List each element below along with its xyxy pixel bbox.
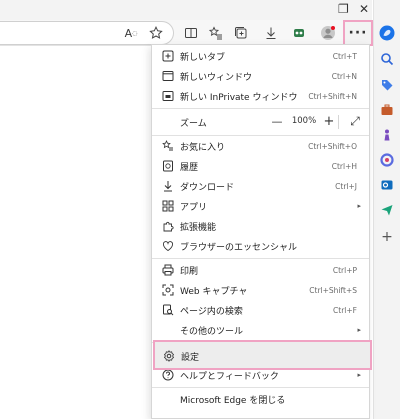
profile-avatar-icon[interactable] bbox=[319, 24, 337, 42]
find-icon bbox=[161, 303, 175, 317]
menu-item-label: Microsoft Edge を閉じる bbox=[180, 395, 286, 406]
title-bar: ❐ ✕ bbox=[0, 0, 372, 20]
settings-and-more-button[interactable]: ··· bbox=[343, 20, 373, 46]
search-icon[interactable] bbox=[378, 50, 396, 68]
menu-separator bbox=[152, 258, 369, 259]
menu-item-favorites[interactable]: お気に入り Ctrl+Shift+O bbox=[152, 136, 369, 156]
more-label: ··· bbox=[348, 25, 368, 41]
web-capture-icon bbox=[161, 283, 175, 297]
zoom-divider bbox=[338, 115, 339, 129]
menu-item-browser-essentials[interactable]: ブラウザーのエッセンシャル bbox=[152, 236, 369, 256]
menu-item-apps[interactable]: アプリ ▸ bbox=[152, 196, 369, 216]
zoom-value: 100% bbox=[291, 116, 317, 126]
split-screen-icon[interactable] bbox=[182, 24, 200, 42]
settings-gear-icon bbox=[162, 349, 176, 363]
tools-briefcase-icon[interactable] bbox=[378, 101, 396, 119]
menu-item-new-inprivate-window[interactable]: 新しい InPrivate ウィンドウ Ctrl+Shift+N bbox=[152, 86, 369, 106]
send-drop-icon[interactable] bbox=[378, 201, 396, 219]
toolbar: A ◌ bbox=[0, 20, 372, 46]
menu-item-label: 新しいウィンドウ bbox=[180, 72, 253, 83]
browser-essentials-icon bbox=[161, 239, 175, 253]
menu-item-more-tools[interactable]: その他のツール ▸ bbox=[152, 320, 369, 340]
menu-item-label: ダウンロード bbox=[180, 182, 235, 193]
menu-item-shortcut: Ctrl+J bbox=[335, 181, 357, 191]
menu-item-print[interactable]: 印刷 Ctrl+P bbox=[152, 260, 369, 280]
microsoft-365-icon[interactable] bbox=[378, 151, 396, 169]
menu-item-history[interactable]: 履歴 Ctrl+H bbox=[152, 156, 369, 176]
apps-icon bbox=[161, 199, 175, 213]
menu-item-extensions[interactable]: 拡張機能 bbox=[152, 216, 369, 236]
zoom-out-button[interactable]: — bbox=[270, 111, 284, 131]
menu-item-web-capture[interactable]: Web キャプチャ Ctrl+Shift+S bbox=[152, 280, 369, 300]
menu-item-label: 拡張機能 bbox=[180, 222, 217, 233]
new-window-icon bbox=[161, 69, 175, 83]
menu-item-settings[interactable]: 設定 bbox=[153, 340, 372, 370]
menu-item-label: その他のツール bbox=[180, 326, 244, 337]
download-icon bbox=[161, 179, 175, 193]
menu-item-shortcut: Ctrl+Shift+N bbox=[308, 91, 357, 101]
zoom-in-button[interactable]: + bbox=[322, 111, 336, 131]
collections-icon[interactable] bbox=[232, 24, 250, 42]
shopping-tag-icon[interactable] bbox=[378, 76, 396, 94]
favorites-icon[interactable] bbox=[207, 24, 225, 42]
games-chess-icon[interactable] bbox=[378, 126, 396, 144]
menu-item-label: アプリ bbox=[180, 202, 208, 213]
favorites-icon bbox=[161, 139, 175, 153]
menu-item-label: 設定 bbox=[181, 353, 200, 363]
menu-item-shortcut: Ctrl+H bbox=[331, 161, 357, 171]
new-tab-icon bbox=[161, 49, 175, 63]
print-icon bbox=[161, 263, 175, 277]
menu-item-new-window[interactable]: 新しいウィンドウ Ctrl+N bbox=[152, 66, 369, 86]
extensions-icon bbox=[161, 219, 175, 233]
add-favorite-star-icon[interactable] bbox=[147, 24, 165, 42]
history-icon bbox=[161, 159, 175, 173]
menu-item-shortcut: Ctrl+Shift+O bbox=[308, 141, 357, 151]
menu-item-shortcut: Ctrl+T bbox=[332, 51, 357, 61]
menu-item-label: お気に入り bbox=[180, 142, 226, 153]
inprivate-icon bbox=[161, 89, 175, 103]
menu-item-downloads[interactable]: ダウンロード Ctrl+J bbox=[152, 176, 369, 196]
zoom-label: ズーム bbox=[180, 118, 207, 129]
menu-item-label: 新しいタブ bbox=[180, 52, 226, 63]
submenu-arrow-icon: ▸ bbox=[357, 326, 361, 334]
fullscreen-icon[interactable]: ⤢ bbox=[348, 111, 362, 131]
menu-item-shortcut: Ctrl+N bbox=[331, 71, 357, 81]
menu-item-label: 新しい InPrivate ウィンドウ bbox=[180, 92, 298, 103]
read-aloud-icon[interactable]: A ◌ bbox=[122, 24, 140, 42]
menu-separator bbox=[152, 108, 369, 109]
menu-item-label: 印刷 bbox=[180, 266, 199, 277]
menu-item-close-edge[interactable]: Microsoft Edge を閉じる bbox=[152, 388, 369, 410]
copilot-icon[interactable] bbox=[378, 24, 396, 42]
close-window-icon[interactable]: ✕ bbox=[359, 2, 369, 16]
submenu-arrow-icon: ▸ bbox=[357, 202, 361, 210]
menu-item-label: ブラウザーのエッセンシャル bbox=[180, 242, 298, 253]
sidebar: + bbox=[373, 0, 400, 419]
menu-item-find-on-page[interactable]: ページ内の検索 Ctrl+F bbox=[152, 300, 369, 320]
menu-item-label: ページ内の検索 bbox=[180, 306, 243, 317]
menu-item-shortcut: Ctrl+P bbox=[332, 265, 357, 275]
add-sidebar-icon[interactable]: + bbox=[378, 228, 396, 246]
outlook-icon[interactable] bbox=[378, 176, 396, 194]
extension-green-icon[interactable] bbox=[290, 24, 308, 42]
menu-item-shortcut: Ctrl+Shift+S bbox=[309, 285, 357, 295]
read-aloud-label: A bbox=[124, 26, 133, 40]
help-icon bbox=[161, 368, 175, 382]
menu-item-label: 履歴 bbox=[180, 162, 199, 173]
menu-item-shortcut: Ctrl+F bbox=[333, 305, 357, 315]
submenu-arrow-icon: ▸ bbox=[357, 371, 361, 379]
menu-item-label: ヘルプとフィードバック bbox=[180, 371, 279, 382]
menu-item-zoom: ズーム — 100% + ⤢ bbox=[152, 111, 369, 133]
downloads-icon[interactable] bbox=[262, 24, 280, 42]
restore-window-icon[interactable]: ❐ bbox=[338, 2, 349, 16]
menu-item-label: Web キャプチャ bbox=[180, 286, 248, 297]
menu-item-new-tab[interactable]: 新しいタブ Ctrl+T bbox=[152, 46, 369, 66]
